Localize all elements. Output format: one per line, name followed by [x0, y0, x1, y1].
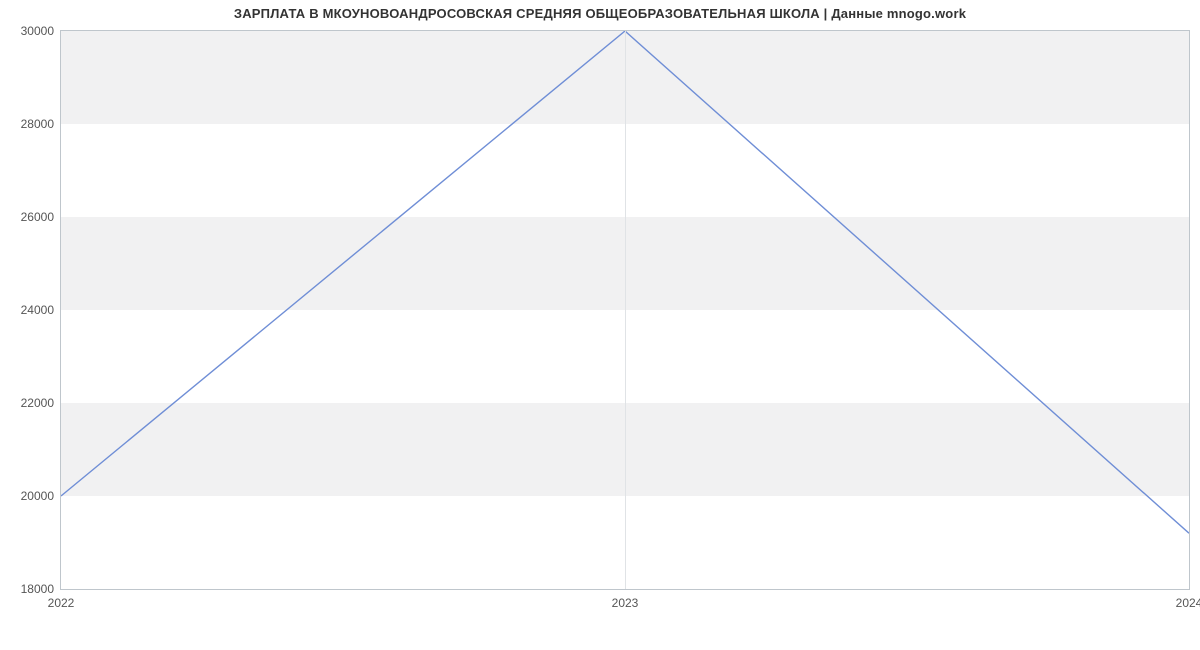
gridline-vertical	[625, 31, 626, 589]
y-tick-label: 26000	[4, 210, 54, 224]
y-tick-label: 20000	[4, 489, 54, 503]
x-tick-label: 2022	[48, 596, 75, 610]
plot-area	[60, 30, 1190, 590]
y-tick-label: 28000	[4, 117, 54, 131]
y-tick-label: 24000	[4, 303, 54, 317]
x-tick-label: 2024	[1176, 596, 1200, 610]
x-tick-label: 2023	[612, 596, 639, 610]
y-tick-label: 18000	[4, 582, 54, 596]
chart-container: ЗАРПЛАТА В МКОУНОВОАНДРОСОВСКАЯ СРЕДНЯЯ …	[0, 0, 1200, 650]
chart-title: ЗАРПЛАТА В МКОУНОВОАНДРОСОВСКАЯ СРЕДНЯЯ …	[0, 6, 1200, 21]
y-tick-label: 22000	[4, 396, 54, 410]
y-tick-label: 30000	[4, 24, 54, 38]
